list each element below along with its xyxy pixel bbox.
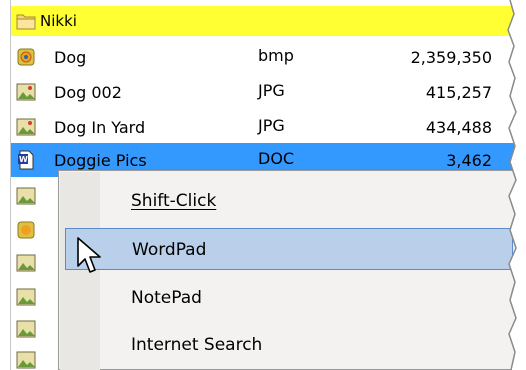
menu-item-shift-click[interactable]: Shift-Click	[65, 180, 513, 222]
menu-item-notepad[interactable]: NotePad	[65, 277, 513, 319]
menu-item-label: WordPad	[132, 240, 207, 260]
paint-icon	[17, 221, 35, 239]
folder-name: Nikki	[40, 12, 77, 30]
menu-item-label: Shift-Click	[131, 191, 217, 211]
list-divider	[10, 0, 11, 370]
mouse-cursor-icon	[77, 237, 101, 273]
image-icon	[16, 187, 36, 205]
image-icon	[16, 83, 36, 101]
file-name: Dog 002	[54, 83, 122, 102]
image-icon	[16, 351, 36, 369]
menu-item-label: NotePad	[131, 288, 202, 308]
file-size: 3,462	[446, 151, 492, 170]
image-icon	[16, 254, 36, 272]
word-doc-icon: W	[18, 150, 34, 170]
folder-row[interactable]: Nikki	[10, 6, 514, 36]
file-row[interactable]: Dog In Yard JPG 434,488	[10, 110, 514, 144]
folder-icon	[16, 14, 36, 30]
menu-item-internet-search[interactable]: Internet Search	[65, 324, 513, 366]
file-name: Dog In Yard	[54, 118, 146, 137]
paint-icon	[17, 48, 35, 66]
file-name: Dog	[54, 48, 87, 67]
menu-item-label: Internet Search	[131, 335, 263, 355]
image-icon	[16, 118, 36, 136]
file-type: JPG	[258, 116, 285, 135]
file-row[interactable]: Dog 002 JPG 415,257	[10, 75, 514, 109]
file-type: DOC	[258, 149, 295, 168]
context-menu: Shift-Click WordPad NotePad Internet Sea…	[58, 170, 518, 370]
screenshot: Nikki Dog bmp 2,359,350 Dog 002 JPG 415,…	[0, 0, 526, 370]
file-type: JPG	[258, 81, 285, 100]
svg-text:W: W	[19, 155, 28, 164]
file-type: bmp	[258, 46, 294, 65]
menu-item-wordpad[interactable]: WordPad	[65, 228, 513, 270]
file-size: 415,257	[425, 83, 492, 102]
image-icon	[16, 320, 36, 338]
file-size: 434,488	[425, 118, 492, 137]
file-row[interactable]: Dog bmp 2,359,350	[10, 40, 514, 74]
file-size: 2,359,350	[410, 48, 492, 67]
torn-edge	[507, 0, 526, 370]
image-icon	[16, 288, 36, 306]
file-name: Doggie Pics	[54, 151, 147, 170]
